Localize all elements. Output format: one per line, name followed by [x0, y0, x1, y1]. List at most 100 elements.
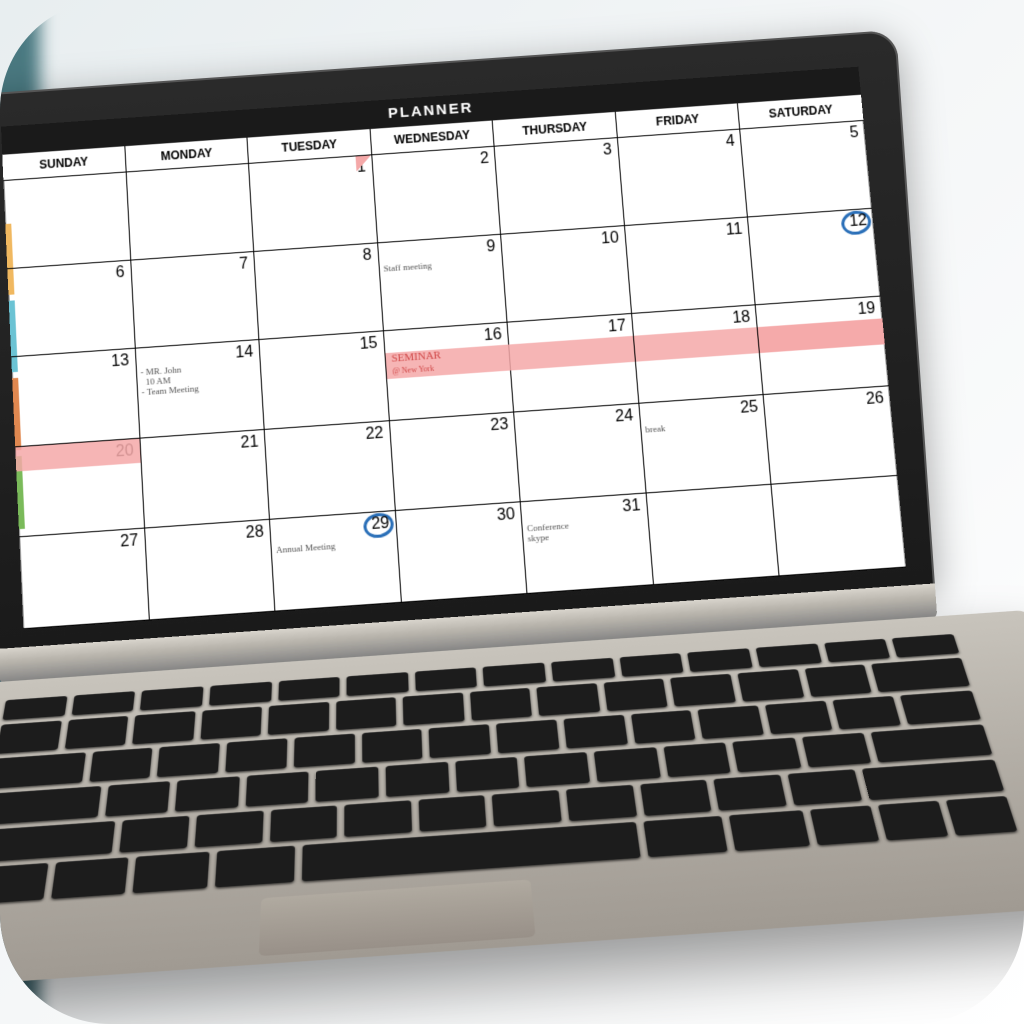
keyboard-key[interactable]: [0, 786, 101, 825]
keyboard-key[interactable]: [200, 706, 262, 739]
keyboard-key[interactable]: [551, 658, 615, 682]
keyboard-key[interactable]: [133, 851, 209, 893]
keyboard-key[interactable]: [316, 766, 379, 801]
keyboard-key[interactable]: [429, 724, 491, 758]
keyboard-key[interactable]: [804, 664, 871, 697]
calendar-cell[interactable]: 11: [625, 217, 756, 314]
keyboard-key[interactable]: [619, 653, 684, 677]
keyboard-key[interactable]: [594, 747, 661, 782]
calendar-cell[interactable]: 28: [145, 520, 276, 620]
keyboard-key[interactable]: [496, 719, 559, 753]
keyboard-key[interactable]: [871, 657, 970, 692]
keyboard-key[interactable]: [631, 710, 696, 744]
keyboard-key[interactable]: [51, 857, 129, 899]
keyboard-key[interactable]: [729, 810, 810, 851]
calendar-cell[interactable]: 7: [131, 252, 260, 349]
keyboard-key[interactable]: [714, 774, 787, 810]
keyboard-key[interactable]: [0, 862, 49, 904]
keyboard-key[interactable]: [737, 669, 803, 702]
keyboard-key[interactable]: [278, 677, 340, 701]
keyboard-key[interactable]: [245, 771, 308, 806]
keyboard-key[interactable]: [756, 643, 822, 667]
calendar-cell[interactable]: 21: [140, 430, 270, 529]
keyboard-key[interactable]: [403, 692, 464, 725]
calendar-cell[interactable]: [3, 172, 130, 268]
keyboard-key[interactable]: [871, 724, 992, 762]
keyboard-key[interactable]: [877, 800, 948, 840]
keyboard-key[interactable]: [640, 779, 712, 815]
calendar-cell[interactable]: 18: [632, 305, 764, 403]
calendar-cell[interactable]: 14- MR. John 10 AM - Team Meeting: [135, 340, 264, 438]
calendar-cell[interactable]: 15: [260, 331, 390, 429]
keyboard-key[interactable]: [688, 648, 753, 672]
calendar-cell[interactable]: 2: [372, 147, 501, 243]
calendar-cell[interactable]: [647, 485, 781, 585]
calendar-cell[interactable]: 9Staff meeting: [378, 234, 508, 331]
keyboard-key[interactable]: [157, 743, 220, 777]
keyboard-key[interactable]: [832, 696, 900, 730]
keyboard-key[interactable]: [89, 747, 153, 781]
keyboard-key[interactable]: [175, 776, 240, 811]
keyboard-key[interactable]: [765, 700, 832, 734]
keyboard-key[interactable]: [945, 796, 1017, 836]
calendar-cell[interactable]: 6: [7, 260, 135, 357]
keyboard-key[interactable]: [524, 752, 590, 787]
keyboard-key[interactable]: [270, 805, 338, 842]
keyboard-key[interactable]: [483, 663, 546, 687]
keyboard-key[interactable]: [347, 672, 409, 696]
calendar-cell[interactable]: 5: [741, 121, 872, 217]
keyboard-key[interactable]: [0, 720, 61, 753]
keyboard-key[interactable]: [670, 674, 735, 707]
keyboard-key[interactable]: [386, 761, 449, 796]
keyboard-key[interactable]: [225, 738, 287, 772]
calendar-cell[interactable]: 29Annual Meeting: [270, 511, 401, 611]
calendar-cell[interactable]: [772, 476, 906, 576]
keyboard-key[interactable]: [861, 759, 1004, 800]
calendar-cell[interactable]: 24: [514, 404, 646, 503]
calendar-cell[interactable]: 10: [501, 226, 632, 323]
keyboard-key[interactable]: [345, 800, 412, 837]
calendar-cell[interactable]: 13: [11, 349, 140, 447]
calendar-cell[interactable]: [126, 164, 254, 260]
keyboard-key[interactable]: [455, 757, 520, 792]
calendar-cell[interactable]: 25break: [639, 395, 772, 494]
calendar-cell[interactable]: 8: [254, 243, 383, 340]
calendar-cell[interactable]: 16SEMINAR@ New York: [384, 323, 515, 421]
keyboard-key[interactable]: [492, 790, 562, 827]
keyboard-key[interactable]: [604, 678, 668, 711]
keyboard-key[interactable]: [802, 732, 872, 767]
keyboard-key[interactable]: [336, 697, 397, 730]
calendar-cell[interactable]: 3: [495, 138, 625, 234]
calendar-cell[interactable]: 26: [764, 386, 897, 485]
keyboard-key[interactable]: [294, 733, 355, 767]
keyboard-key[interactable]: [663, 742, 731, 777]
keyboard-key[interactable]: [643, 815, 728, 857]
calendar-cell[interactable]: 22: [265, 421, 396, 520]
keyboard-key[interactable]: [537, 683, 600, 716]
calendar-cell[interactable]: 30: [396, 503, 528, 603]
calendar-cell[interactable]: 31Conference skype: [521, 494, 654, 594]
calendar-cell[interactable]: 20: [15, 438, 144, 537]
trackpad[interactable]: [259, 879, 536, 956]
keyboard-key[interactable]: [214, 845, 295, 887]
keyboard-key[interactable]: [132, 711, 195, 744]
keyboard-key[interactable]: [415, 667, 477, 691]
keyboard-key[interactable]: [563, 715, 627, 749]
keyboard-key[interactable]: [566, 784, 637, 820]
keyboard-key[interactable]: [0, 752, 86, 788]
calendar-cell[interactable]: 23: [390, 412, 521, 511]
keyboard-key[interactable]: [892, 634, 959, 657]
keyboard-key[interactable]: [809, 805, 879, 845]
keyboard-key[interactable]: [64, 716, 128, 749]
keyboard-key[interactable]: [120, 815, 190, 852]
calendar-cell[interactable]: 1: [249, 155, 378, 251]
calendar-cell[interactable]: 12: [748, 208, 880, 305]
keyboard-key[interactable]: [0, 821, 116, 863]
keyboard-key[interactable]: [195, 810, 264, 847]
keyboard-key[interactable]: [140, 686, 203, 710]
keyboard-key[interactable]: [899, 690, 980, 724]
keyboard-key[interactable]: [209, 682, 272, 706]
calendar-cell[interactable]: 17: [508, 314, 639, 412]
keyboard-key[interactable]: [732, 737, 801, 772]
calendar-cell[interactable]: 27: [19, 529, 149, 629]
